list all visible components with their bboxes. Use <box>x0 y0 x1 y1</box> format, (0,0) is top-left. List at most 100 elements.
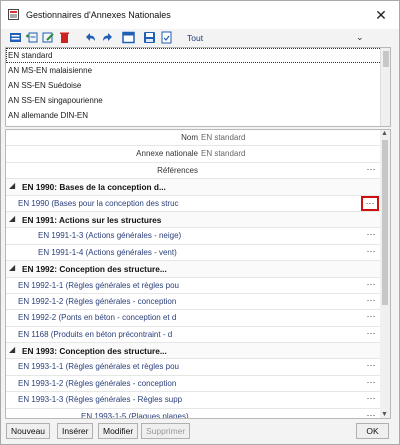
delete-icon <box>60 32 69 43</box>
list-scroll-thumb[interactable] <box>383 51 389 67</box>
redo-icon <box>103 33 112 41</box>
edit-parameters-button[interactable]: ··· <box>364 246 378 258</box>
edit-button[interactable] <box>42 31 55 44</box>
standard-item-label: EN 1992-2 (Ponts en béton - conception e… <box>18 313 177 323</box>
scroll-down-icon[interactable]: ▼ <box>381 411 388 418</box>
section-title: EN 1993: Conception des structure... <box>22 346 167 357</box>
annex-label: Annexe nationale <box>136 149 198 159</box>
chevron-down-icon[interactable]: ⌄ <box>356 32 364 43</box>
list-item[interactable]: EN standard <box>6 48 390 63</box>
save-icon <box>144 32 155 43</box>
references-label: Références <box>157 165 198 175</box>
standard-item-row: EN 1991-1-3 (Actions générales - neige) ·… <box>6 228 381 245</box>
standard-item-row: EN 1168 (Produits en béton précontraint … <box>6 327 381 344</box>
properties-scrollbar[interactable]: ▲ ▼ <box>380 130 390 418</box>
footer-buttons: Nouveau Insérer Modifier Supprimer OK <box>1 421 399 444</box>
section-title: EN 1992: Conception des structure... <box>22 264 167 275</box>
properties-panel: Nom EN standard Annexe nationale EN stan… <box>5 129 391 419</box>
window-title: Gestionnaires d'Annexes Nationales <box>26 10 171 20</box>
standard-item-label: EN 1990 (Bases pour la conception des st… <box>18 198 179 208</box>
name-row: Nom EN standard <box>6 130 381 147</box>
standard-item-row: EN 1990 (Bases pour la conception des st… <box>6 195 381 212</box>
standard-item-label: EN 1992-1-2 (Règles générales - concepti… <box>18 296 177 306</box>
annex-list[interactable]: EN standard AN MS-EN malaisienne AN SS-EN … <box>5 47 391 127</box>
section-title: EN 1991: Actions sur les structures <box>22 214 162 225</box>
list-item[interactable]: AN SS-EN singapourienne <box>6 93 390 108</box>
standard-item-row: EN 1993-1-1 (Règles générales et règles … <box>6 359 381 376</box>
edit-parameters-button[interactable]: ··· <box>364 328 378 340</box>
edit-parameters-button[interactable]: ··· <box>364 312 378 323</box>
standard-item-row: EN 1993-1-3 (Règles générales - Règles s… <box>6 392 381 409</box>
collapse-arrow-icon[interactable]: ◢ <box>9 345 15 354</box>
edit-parameters-button[interactable]: ··· <box>364 361 378 372</box>
list-item[interactable]: AN SS-EN Suédoise <box>6 78 390 93</box>
import-button[interactable] <box>160 31 173 44</box>
standard-item-row: EN 1993-1-2 (Règles générales - concepti… <box>6 376 381 393</box>
standard-item-label: EN 1992-1-1 (Règles générales et règles … <box>18 280 179 290</box>
new-button[interactable]: Nouveau <box>6 423 51 439</box>
edit-parameters-button[interactable]: ··· <box>361 195 379 211</box>
references-edit-button[interactable]: ··· <box>364 164 378 176</box>
edit-parameters-button[interactable]: ··· <box>364 230 378 241</box>
collapse-arrow-icon[interactable]: ◢ <box>9 263 15 272</box>
toolbar: Tout ⌄ <box>1 29 399 47</box>
ok-button[interactable]: OK <box>356 423 389 439</box>
delete-footer-button[interactable]: Supprimer <box>141 423 191 439</box>
references-row: Références ··· <box>6 163 381 180</box>
edit-parameters-button[interactable]: ··· <box>364 394 378 405</box>
collapse-arrow-icon[interactable]: ◢ <box>9 181 15 190</box>
section-row[interactable]: ◢ EN 1990: Bases de la conception d... <box>6 179 381 196</box>
modify-button[interactable]: Modifier <box>98 423 139 439</box>
edit-parameters-button[interactable]: ··· <box>364 295 378 307</box>
table-icon <box>122 31 135 44</box>
save-button[interactable] <box>143 31 156 44</box>
insert-footer-button[interactable]: Insérer <box>57 423 94 439</box>
standard-item-label: EN 1993-1-2 (Règles générales - concepti… <box>18 378 177 388</box>
standard-item-label: EN 1991-1-4 (Actions générales - vent) <box>38 247 177 257</box>
close-button[interactable]: ✕ <box>371 5 391 25</box>
edit-icon <box>42 32 54 43</box>
standard-item-label: EN 1993-1-5 (Plaques planes) <box>81 411 189 419</box>
new-list-icon <box>10 33 21 42</box>
section-row[interactable]: ◢ EN 1993: Conception des structure... <box>6 343 381 360</box>
section-row[interactable]: ◢ EN 1991: Actions sur les structures <box>6 211 381 229</box>
list-scrollbar[interactable] <box>380 48 390 126</box>
app-icon <box>8 9 19 20</box>
list-item[interactable]: AN allemande DIN-EN <box>6 108 390 123</box>
standard-item-row: EN 1993-1-5 (Plaques planes) ··· <box>6 409 381 419</box>
standard-item-label: EN 1993-1-1 (Règles générales et règles … <box>18 362 179 372</box>
delete-button[interactable] <box>58 31 71 44</box>
standard-item-label: EN 1993-1-3 (Règles générales - Règles s… <box>18 395 183 405</box>
standard-item-row: EN 1992-1-2 (Règles générales - concepti… <box>6 294 381 311</box>
section-row[interactable]: ◢ EN 1992: Conception des structure... <box>6 261 381 278</box>
section-title: EN 1990: Bases de la conception d... <box>22 182 166 193</box>
standard-item-label: EN 1168 (Produits en béton précontraint … <box>18 329 173 339</box>
standard-item-row: EN 1991-1-4 (Actions générales - vent) ··… <box>6 245 381 262</box>
scroll-up-icon[interactable]: ▲ <box>381 130 388 137</box>
filter-select[interactable]: Tout <box>187 33 203 43</box>
insert-button[interactable] <box>25 31 38 44</box>
standard-item-label: EN 1991-1-3 (Actions générales - neige) <box>38 231 182 241</box>
annex-value[interactable]: EN standard <box>201 149 245 158</box>
edit-parameters-button[interactable]: ··· <box>364 377 378 389</box>
properties-scroll-thumb[interactable] <box>382 140 388 305</box>
national-annex-manager-window: Gestionnaires d'Annexes Nationales ✕ Tou… <box>0 0 400 445</box>
new-list-button[interactable] <box>9 31 22 44</box>
standard-item-row: EN 1992-2 (Ponts en béton - conception e… <box>6 310 381 327</box>
name-label: Nom <box>181 133 198 142</box>
name-value[interactable]: EN standard <box>201 133 245 142</box>
table-button[interactable] <box>122 31 135 44</box>
annex-row: Annexe nationale EN standard <box>6 146 381 163</box>
undo-button[interactable] <box>84 31 97 44</box>
list-item[interactable]: AN MS-EN malaisienne <box>6 63 390 78</box>
edit-parameters-button[interactable]: ··· <box>364 410 378 418</box>
standard-item-row: EN 1992-1-1 (Règles générales et règles … <box>6 278 381 294</box>
edit-parameters-button[interactable]: ··· <box>364 279 378 291</box>
redo-button[interactable] <box>101 31 114 44</box>
list-item[interactable]: AN autrichienne ÖNORM-EN <box>6 123 390 126</box>
insert-icon <box>26 32 38 43</box>
import-icon <box>161 31 172 44</box>
collapse-arrow-icon[interactable]: ◢ <box>9 214 15 223</box>
title-bar: Gestionnaires d'Annexes Nationales ✕ <box>1 1 399 29</box>
undo-icon <box>86 33 95 41</box>
